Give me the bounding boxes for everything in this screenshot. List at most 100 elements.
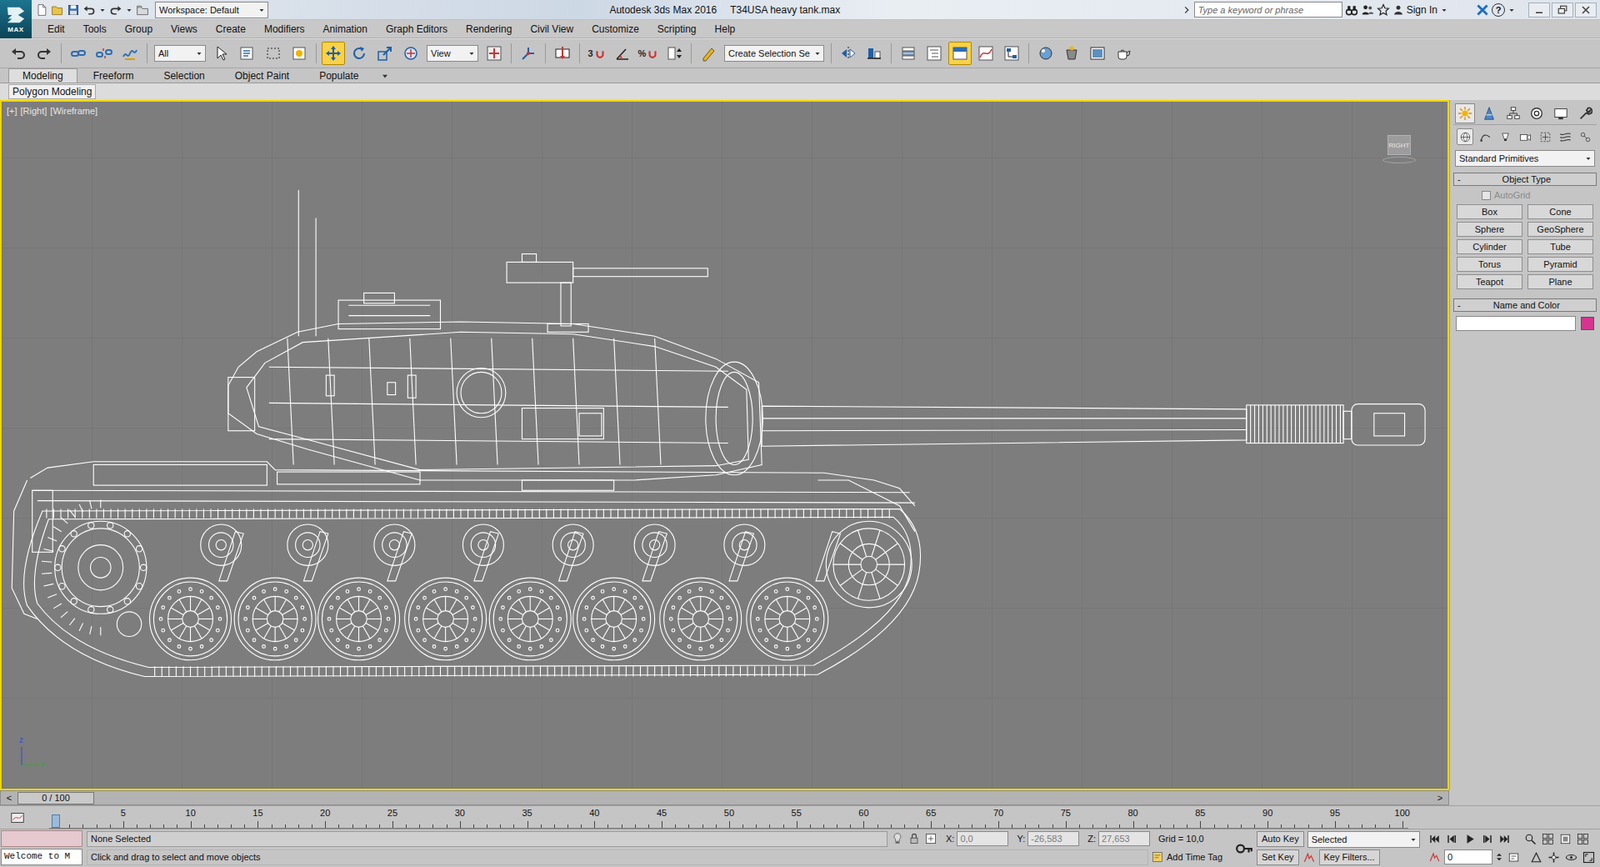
frame-cell[interactable]: [1274, 805, 1288, 828]
primitive-button[interactable]: Cone: [1527, 204, 1594, 220]
primitive-type-dropdown[interactable]: Standard Primitives: [1455, 150, 1595, 167]
unlink-tool-icon[interactable]: [92, 41, 116, 65]
primitive-button[interactable]: Box: [1456, 204, 1523, 220]
frame-cell[interactable]: [1112, 805, 1126, 828]
coordinate-field[interactable]: 0,0: [956, 830, 1009, 846]
frame-cell[interactable]: [506, 805, 520, 828]
frame-cell[interactable]: 55: [790, 805, 804, 828]
sign-in[interactable]: Sign In: [1392, 4, 1449, 16]
add-time-tag[interactable]: Add Time Tag: [1151, 850, 1229, 863]
frame-cell[interactable]: [493, 805, 507, 828]
dropdown-arrow-icon[interactable]: [1507, 5, 1516, 15]
select-tool-icon[interactable]: [210, 41, 234, 65]
viewcube[interactable]: RIGHT: [1382, 135, 1416, 169]
primitive-button[interactable]: Tube: [1527, 239, 1594, 255]
frame-cell[interactable]: [466, 805, 480, 828]
frame-cell[interactable]: [870, 805, 885, 828]
dropdown-arrow-icon[interactable]: [1440, 5, 1449, 15]
community-icon[interactable]: [1360, 3, 1375, 17]
frame-cell[interactable]: [440, 805, 454, 828]
snap-toggle-button[interactable]: %: [636, 41, 660, 65]
menu-item[interactable]: Views: [161, 21, 207, 37]
frame-cell[interactable]: [278, 805, 292, 828]
dropdown-arrow-icon[interactable]: [125, 5, 134, 15]
first-frame-icon[interactable]: [1426, 830, 1443, 847]
menu-item[interactable]: Rendering: [456, 21, 521, 37]
object-color-swatch[interactable]: [1580, 316, 1595, 330]
frame-cell[interactable]: [1166, 805, 1180, 828]
systems-category-icon[interactable]: [1576, 128, 1594, 145]
frame-cell[interactable]: [425, 805, 440, 828]
frame-cell[interactable]: [1301, 805, 1315, 828]
frame-cell[interactable]: 30: [453, 805, 467, 828]
frame-cell[interactable]: [1140, 805, 1154, 828]
scene-tool-icon[interactable]: [922, 41, 946, 65]
frame-cell[interactable]: [1153, 805, 1167, 828]
frame-cell[interactable]: [1381, 805, 1395, 828]
menu-item[interactable]: Group: [115, 21, 162, 37]
snap-toggle-button[interactable]: 3: [585, 41, 609, 65]
frame-cell[interactable]: [937, 805, 951, 828]
play-frame-icon[interactable]: [1461, 830, 1478, 847]
viewcube-face[interactable]: RIGHT: [1387, 135, 1411, 155]
rollout-toggle[interactable]: -: [1457, 174, 1461, 185]
frame-cell[interactable]: [89, 805, 103, 828]
frame-cell[interactable]: [574, 805, 588, 828]
frame-cell[interactable]: [681, 805, 695, 828]
help-button[interactable]: ?: [1491, 3, 1505, 17]
frame-cell[interactable]: [1341, 805, 1355, 828]
menu-item[interactable]: Create: [206, 21, 255, 37]
geometry-category-icon[interactable]: [1456, 128, 1474, 145]
tank-model[interactable]: [1, 101, 1448, 789]
viewport-label-menu[interactable]: [Right]: [20, 105, 48, 116]
key-mode-toggle-icon[interactable]: [1426, 849, 1443, 865]
frame-cell[interactable]: [749, 805, 763, 828]
frame-cell[interactable]: [1287, 805, 1301, 828]
frame-cell[interactable]: [75, 805, 90, 828]
frame-cell[interactable]: [143, 805, 157, 828]
modify-panel-icon[interactable]: [1479, 103, 1500, 124]
ribbontoggle-tool-icon[interactable]: [948, 41, 972, 65]
frame-cell[interactable]: [62, 805, 76, 828]
key-tangent-icon[interactable]: [1302, 850, 1316, 865]
menu-item[interactable]: Graph Editors: [376, 21, 457, 37]
dropdown-arrow-icon[interactable]: [257, 5, 266, 15]
viewport[interactable]: [+][Right][Wireframe]RIGHTzy: [0, 100, 1450, 790]
zoomall-view-icon[interactable]: [1540, 830, 1556, 847]
primitive-button[interactable]: Pyramid: [1527, 256, 1594, 272]
frame-cell[interactable]: [49, 805, 63, 828]
project-folder-icon[interactable]: [135, 3, 150, 17]
frame-cell[interactable]: [600, 805, 615, 828]
undo-tool-icon[interactable]: [6, 41, 30, 65]
ribbon-panel-tab[interactable]: Polygon Modeling: [8, 84, 96, 100]
cameras-category-icon[interactable]: [1516, 128, 1534, 145]
frame-cell[interactable]: [399, 805, 413, 828]
name-color-rollout[interactable]: -Name and Color: [1453, 298, 1597, 312]
frame-cell[interactable]: [1072, 805, 1086, 828]
rotate-tool-icon[interactable]: [347, 41, 371, 65]
viewcube-ring[interactable]: [1382, 156, 1416, 164]
minimize-icon[interactable]: [1528, 2, 1550, 18]
save-icon[interactable]: [66, 3, 80, 17]
editnamed-tool-icon[interactable]: [696, 41, 720, 65]
frame-cell[interactable]: [897, 805, 911, 828]
key-mode-dropdown[interactable]: Selected: [1307, 830, 1420, 848]
ribbon-tab[interactable]: Populate: [305, 68, 373, 83]
autodesk-exchange-icon[interactable]: [1475, 3, 1490, 17]
hierarchy-panel-icon[interactable]: [1503, 103, 1524, 124]
field-of-view-icon[interactable]: [1528, 849, 1545, 865]
app-logo[interactable]: MAX: [0, 0, 32, 39]
spacewarps-category-icon[interactable]: [1556, 128, 1574, 145]
frame-cell[interactable]: 95: [1328, 805, 1342, 828]
link-tool-icon[interactable]: [66, 41, 90, 65]
auto-key-button[interactable]: Auto Key: [1256, 830, 1305, 847]
frame-cell[interactable]: [762, 805, 776, 828]
mini-curve-editor-icon[interactable]: [10, 810, 25, 825]
frame-cell[interactable]: [1031, 805, 1045, 828]
sign-in-label[interactable]: Sign In: [1406, 4, 1438, 16]
frame-cell[interactable]: 25: [385, 805, 400, 828]
frame-cell[interactable]: 20: [318, 805, 332, 828]
frame-cell[interactable]: [735, 805, 750, 828]
time-configuration-icon[interactable]: [1505, 849, 1522, 865]
mini-curve-toggle[interactable]: [6, 810, 29, 825]
